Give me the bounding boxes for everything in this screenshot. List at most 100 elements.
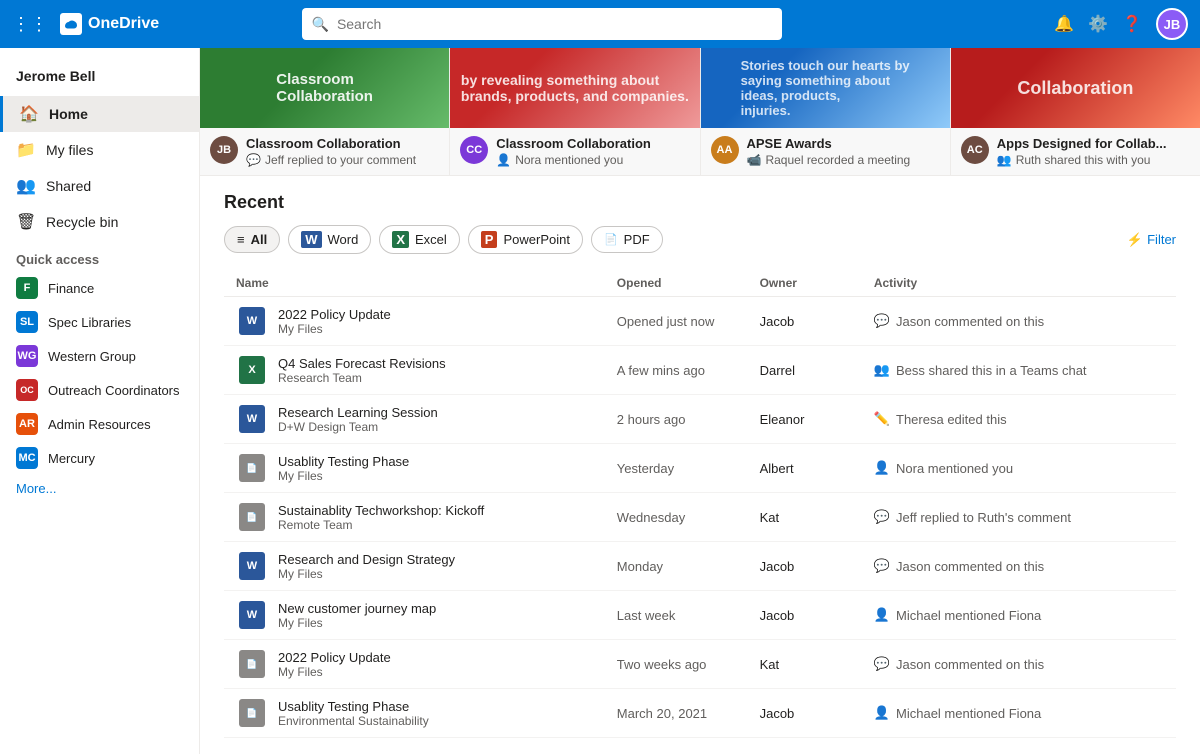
file-table: Name Opened Owner Activity W 2022 Policy…	[224, 270, 1176, 738]
cell-owner-8: Jacob	[748, 689, 862, 738]
outreach-icon: OC	[16, 379, 38, 401]
cell-opened-5: Monday	[605, 542, 748, 591]
sidebar-username: Jerome Bell	[0, 56, 199, 96]
cell-owner-6: Jacob	[748, 591, 862, 640]
table-row[interactable]: 📄 2022 Policy Update My Files Two weeks …	[224, 640, 1176, 689]
featured-info-4: AC Apps Designed for Collab... 👥 Ruth sh…	[951, 128, 1200, 175]
sidebar: Jerome Bell 🏠 Home 📁 My files 👥 Shared 🗑…	[0, 48, 200, 754]
quick-access-admin[interactable]: AR Admin Resources	[0, 407, 199, 441]
cell-name: W 2022 Policy Update My Files	[224, 297, 605, 346]
featured-thumb-2: by revealing something aboutbrands, prod…	[450, 48, 699, 128]
notification-icon[interactable]: 🔔	[1054, 14, 1074, 34]
sidebar-item-recyclebin-label: Recycle bin	[46, 214, 118, 230]
cell-activity-8: 👤 Michael mentioned Fiona	[862, 689, 1176, 738]
quick-access-mercury[interactable]: MC Mercury	[0, 441, 199, 475]
activity-icon-8: 👤	[874, 705, 890, 721]
search-input[interactable]	[337, 16, 772, 32]
featured-card-3[interactable]: Stories touch our hearts bysaying someth…	[701, 48, 951, 175]
share-icon-4: 👥	[997, 153, 1012, 167]
table-row[interactable]: X Q4 Sales Forecast Revisions Research T…	[224, 346, 1176, 395]
westerngroup-icon: WG	[16, 345, 38, 367]
file-name-3: Usablity Testing Phase	[278, 454, 409, 469]
filter-tab-excel[interactable]: X Excel	[379, 225, 459, 254]
table-row[interactable]: W New customer journey map My Files Last…	[224, 591, 1176, 640]
table-row[interactable]: 📄 Usablity Testing Phase My Files Yester…	[224, 444, 1176, 493]
topbar-actions: 🔔 ⚙️ ❓ JB	[1054, 8, 1188, 40]
finance-icon: F	[16, 277, 38, 299]
waffle-icon[interactable]: ⋮⋮	[12, 14, 48, 35]
file-location-8: Environmental Sustainability	[278, 714, 429, 728]
home-icon: 🏠	[19, 104, 39, 124]
avatar[interactable]: JB	[1156, 8, 1188, 40]
app-layout: Jerome Bell 🏠 Home 📁 My files 👥 Shared 🗑…	[0, 48, 1200, 754]
quick-access-finance[interactable]: F Finance	[0, 271, 199, 305]
file-icon-3: 📄	[236, 452, 268, 484]
featured-info-2: CC Classroom Collaboration 👤 Nora mentio…	[450, 128, 699, 175]
featured-card-4[interactable]: Collaboration AC Apps Designed for Colla…	[951, 48, 1200, 175]
col-name: Name	[224, 270, 605, 297]
video-icon-3: 📹	[747, 153, 762, 167]
quick-access-westerngroup[interactable]: WG Western Group	[0, 339, 199, 373]
filter-icon: ⚡	[1127, 232, 1143, 248]
featured-subtitle-4: 👥 Ruth shared this with you	[997, 153, 1167, 167]
sidebar-item-home[interactable]: 🏠 Home	[0, 96, 199, 132]
table-row[interactable]: W Research and Design Strategy My Files …	[224, 542, 1176, 591]
file-info-4: Sustainablity Techworkshop: Kickoff Remo…	[278, 503, 484, 532]
file-icon-2: W	[236, 403, 268, 435]
filter-tab-word[interactable]: W Word	[288, 225, 371, 254]
mercury-icon: MC	[16, 447, 38, 469]
table-row[interactable]: W 2022 Policy Update My Files Opened jus…	[224, 297, 1176, 346]
word-file-icon: W	[239, 405, 265, 433]
file-name-2: Research Learning Session	[278, 405, 438, 420]
app-logo[interactable]: OneDrive	[60, 13, 159, 35]
activity-icon-3: 👤	[874, 460, 890, 476]
filter-tab-all[interactable]: ≡ All	[224, 226, 280, 253]
table-row[interactable]: 📄 Sustainablity Techworkshop: Kickoff Re…	[224, 493, 1176, 542]
activity-icon-4: 💬	[874, 509, 890, 525]
featured-subtitle-2: 👤 Nora mentioned you	[496, 153, 651, 167]
quick-access-speclibs[interactable]: SL Spec Libraries	[0, 305, 199, 339]
recyclebin-icon: 🗑	[16, 212, 36, 232]
search-bar[interactable]: 🔍	[302, 8, 782, 40]
file-location-7: My Files	[278, 665, 391, 679]
featured-card-1[interactable]: ClassroomCollaboration JB Classroom Coll…	[200, 48, 450, 175]
file-info-2: Research Learning Session D+W Design Tea…	[278, 405, 438, 434]
sidebar-item-shared[interactable]: 👥 Shared	[0, 168, 199, 204]
featured-card-2[interactable]: by revealing something aboutbrands, prod…	[450, 48, 700, 175]
table-row[interactable]: W Research Learning Session D+W Design T…	[224, 395, 1176, 444]
file-name-7: 2022 Policy Update	[278, 650, 391, 665]
cell-activity-4: 💬 Jeff replied to Ruth's comment	[862, 493, 1176, 542]
filter-button[interactable]: ⚡ Filter	[1127, 232, 1176, 248]
sidebar-item-myfiles[interactable]: 📁 My files	[0, 132, 199, 168]
featured-avatar-1: JB	[210, 136, 238, 164]
filter-tabs: ≡ All W Word X Excel P PowerPoint 📄 P	[224, 225, 1176, 254]
featured-avatar-3: AA	[711, 136, 739, 164]
file-info-1: Q4 Sales Forecast Revisions Research Tea…	[278, 356, 446, 385]
file-name-6: New customer journey map	[278, 601, 436, 616]
file-info-3: Usablity Testing Phase My Files	[278, 454, 409, 483]
sidebar-item-recyclebin[interactable]: 🗑 Recycle bin	[0, 204, 199, 240]
activity-text-1: Bess shared this in a Teams chat	[896, 363, 1087, 378]
help-icon[interactable]: ❓	[1122, 14, 1142, 34]
file-location-3: My Files	[278, 469, 409, 483]
admin-icon: AR	[16, 413, 38, 435]
activity-text-2: Theresa edited this	[896, 412, 1007, 427]
filter-tab-ppt[interactable]: P PowerPoint	[468, 225, 583, 254]
recent-section: Recent ≡ All W Word X Excel P PowerPoint	[200, 176, 1200, 754]
word-file-icon: W	[239, 552, 265, 580]
featured-subtitle-1: 💬 Jeff replied to your comment	[246, 153, 416, 167]
cell-activity-2: ✏️ Theresa edited this	[862, 395, 1176, 444]
file-icon-5: W	[236, 550, 268, 582]
filter-tab-pdf[interactable]: 📄 PDF	[591, 226, 663, 253]
activity-icon-0: 💬	[874, 313, 890, 329]
quick-access-outreach[interactable]: OC Outreach Coordinators	[0, 373, 199, 407]
table-row[interactable]: 📄 Usablity Testing Phase Environmental S…	[224, 689, 1176, 738]
cell-opened-4: Wednesday	[605, 493, 748, 542]
cell-name: W New customer journey map My Files	[224, 591, 605, 640]
settings-icon[interactable]: ⚙️	[1088, 14, 1108, 34]
file-icon-8: 📄	[236, 697, 268, 729]
folder-icon: 📁	[16, 140, 36, 160]
comment-icon-1: 💬	[246, 153, 261, 167]
more-link[interactable]: More...	[0, 475, 199, 502]
file-name-5: Research and Design Strategy	[278, 552, 455, 567]
